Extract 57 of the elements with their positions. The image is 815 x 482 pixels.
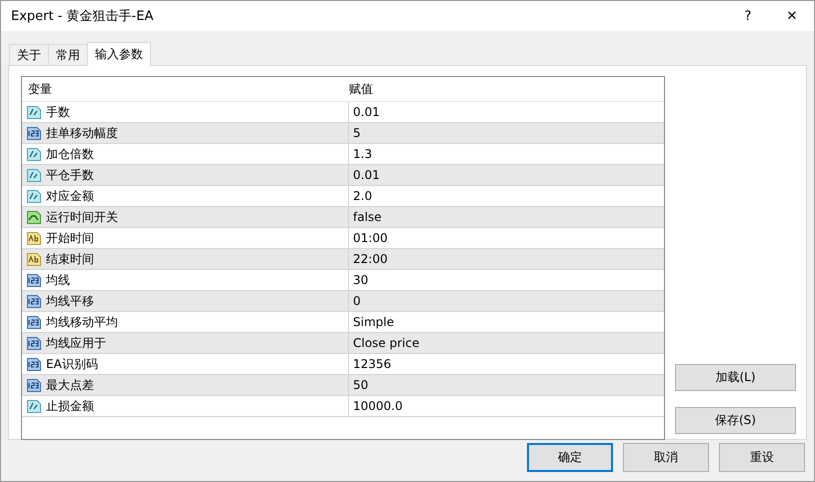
- parameter-value[interactable]: false: [353, 210, 382, 224]
- parameter-value[interactable]: 10000.0: [353, 399, 403, 413]
- parameter-value[interactable]: 30: [353, 273, 368, 287]
- parameter-value[interactable]: 0: [353, 294, 361, 308]
- tab[interactable]: 关于: [9, 44, 49, 65]
- number-type-icon: [26, 126, 42, 140]
- number-type-icon: [26, 336, 42, 350]
- number-type-icon: [26, 104, 42, 120]
- number-type-icon: [26, 398, 42, 414]
- parameter-name: 均线移动平均: [46, 314, 118, 330]
- tab[interactable]: 输入参数: [87, 42, 151, 66]
- window-title: Expert - 黄金狙击手-EA: [11, 8, 154, 25]
- parameter-value[interactable]: 0.01: [353, 105, 380, 119]
- number-type-icon: [26, 272, 42, 288]
- number-type-icon: [26, 378, 42, 392]
- save-button[interactable]: 保存(S): [675, 407, 796, 434]
- parameter-name: EA识别码: [46, 356, 98, 372]
- cancel-button[interactable]: 取消: [623, 443, 709, 472]
- ok-button[interactable]: 确定: [527, 443, 613, 472]
- parameter-value[interactable]: 5: [353, 126, 361, 140]
- number-type-icon: [26, 146, 42, 162]
- parameter-name: 运行时间开关: [46, 208, 118, 226]
- parameter-name: 均线平移: [46, 292, 94, 310]
- parameter-name: 平仓手数: [46, 166, 94, 184]
- parameter-name: 手数: [46, 104, 70, 120]
- parameter-name: 最大点差: [46, 376, 94, 394]
- reset-button[interactable]: 重设: [719, 443, 805, 472]
- help-button[interactable]: ?: [726, 8, 770, 24]
- number-type-icon: [26, 356, 42, 372]
- parameter-value[interactable]: 22:00: [353, 252, 388, 266]
- parameter-value[interactable]: 1.3: [353, 147, 372, 161]
- parameter-name: 加仓倍数: [46, 146, 94, 162]
- parameter-name: 均线: [46, 272, 70, 288]
- number-type-icon: [26, 294, 42, 308]
- parameter-value[interactable]: 12356: [353, 357, 392, 371]
- column-header[interactable]: 赋值: [345, 80, 373, 98]
- parameter-name: 挂单移动幅度: [46, 124, 118, 142]
- parameter-value[interactable]: 01:00: [353, 231, 388, 245]
- text-type-icon: [26, 252, 42, 266]
- parameter-name: 均线应用于: [46, 334, 106, 352]
- parameter-value[interactable]: Simple: [353, 315, 394, 329]
- number-type-icon: [26, 188, 42, 204]
- parameter-value[interactable]: 0.01: [353, 168, 380, 182]
- parameter-value[interactable]: 2.0: [353, 189, 372, 203]
- toggle-icon: [26, 210, 42, 224]
- parameter-name: 对应金额: [46, 188, 94, 204]
- parameter-value[interactable]: Close price: [353, 336, 420, 350]
- number-type-icon: [26, 168, 42, 182]
- load-button[interactable]: 加载(L): [675, 364, 796, 391]
- close-button[interactable]: ✕: [770, 8, 814, 24]
- parameter-value[interactable]: 50: [353, 378, 368, 392]
- number-type-icon: [26, 314, 42, 330]
- parameter-name: 结束时间: [46, 250, 94, 268]
- text-type-icon: [26, 230, 42, 246]
- parameter-name: 开始时间: [46, 230, 94, 246]
- parameter-name: 止损金额: [46, 398, 94, 414]
- column-header[interactable]: 变量: [22, 80, 345, 98]
